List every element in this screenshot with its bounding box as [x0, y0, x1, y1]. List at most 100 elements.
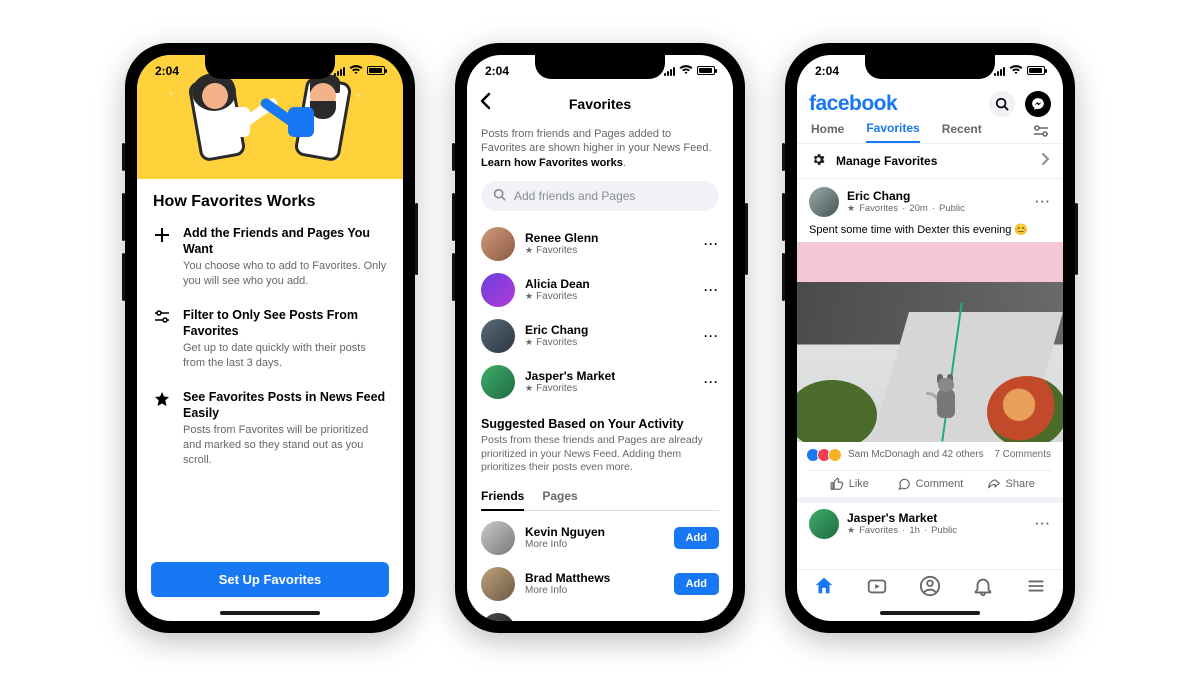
search-placeholder: Add friends and Pages: [514, 189, 635, 203]
wifi-icon: [679, 64, 693, 78]
bottom-tab-bar: [797, 569, 1063, 607]
more-info-link[interactable]: More Info: [525, 539, 605, 550]
chevron-right-icon: [1041, 153, 1049, 168]
back-button[interactable]: [479, 92, 491, 116]
battery-icon: [697, 66, 715, 75]
favorite-sub: Favorites: [525, 337, 588, 348]
status-indicators: [664, 64, 715, 78]
home-indicator[interactable]: [880, 611, 980, 615]
post: Eric Chang Favorites · 20m · Public ··· …: [797, 179, 1063, 539]
wifi-icon: [1009, 64, 1023, 78]
suggested-heading: Suggested Based on Your Activity: [481, 417, 719, 431]
like-button[interactable]: Like: [809, 471, 890, 497]
more-icon[interactable]: ···: [704, 329, 719, 343]
post-more-icon[interactable]: ···: [1035, 516, 1051, 531]
plus-icon: [153, 225, 171, 289]
step-desc: You choose who to add to Favorites. Only…: [183, 259, 387, 289]
facebook-logo[interactable]: facebook: [809, 92, 897, 116]
suggested-tabs: Friends Pages: [481, 483, 719, 511]
cellular-icon: [664, 66, 675, 76]
favorites-description: Posts from friends and Pages added to Fa…: [481, 127, 719, 172]
comment-button[interactable]: Comment: [890, 471, 971, 497]
set-up-favorites-button[interactable]: Set Up Favorites: [151, 562, 389, 597]
filter-icon: [153, 307, 171, 371]
battery-icon: [1027, 66, 1045, 75]
post-image[interactable]: [797, 242, 1063, 442]
avatar: [481, 319, 515, 353]
reaction-icons: [809, 448, 842, 462]
avatar: [481, 613, 515, 621]
comments-count[interactable]: 7 Comments: [994, 449, 1051, 460]
post-text: Spent some time with Dexter this evening…: [809, 223, 1051, 236]
tab-bar-notifications-icon[interactable]: [972, 575, 994, 602]
post-author[interactable]: Jasper's Market: [847, 511, 957, 525]
manage-favorites-row[interactable]: Manage Favorites: [797, 143, 1063, 179]
feed-filter-icon[interactable]: [1033, 124, 1049, 140]
phone-mockup-2: 2:04 Favorites Posts from friends and Pa…: [455, 43, 745, 633]
status-time: 2:04: [485, 64, 509, 78]
more-info-link[interactable]: More Info: [525, 585, 610, 596]
step-newsfeed: See Favorites Posts in News Feed Easily …: [153, 389, 387, 468]
suggested-desc: Posts from these friends and Pages are a…: [481, 434, 719, 475]
tab-bar-menu-icon[interactable]: [1025, 575, 1047, 602]
search-input[interactable]: Add friends and Pages: [481, 181, 719, 211]
favorites-header: Favorites: [467, 87, 733, 121]
favorite-row[interactable]: Renee Glenn Favorites ···: [481, 221, 719, 267]
tab-bar-home-icon[interactable]: [813, 575, 835, 602]
post-avatar[interactable]: [809, 187, 839, 217]
more-icon[interactable]: ···: [704, 375, 719, 389]
post-avatar[interactable]: [809, 509, 839, 539]
favorite-name: Jasper's Market: [525, 370, 615, 383]
avatar: [481, 567, 515, 601]
manage-favorites-label: Manage Favorites: [836, 154, 937, 168]
phone-mockup-3: 2:04 facebook Home Favorites Recent: [785, 43, 1075, 633]
how-favorites-works-title: How Favorites Works: [153, 193, 387, 211]
step-filter: Filter to Only See Posts From Favorites …: [153, 307, 387, 371]
add-button[interactable]: Add: [674, 527, 719, 549]
favorite-sub: Favorites: [525, 245, 598, 256]
learn-how-link[interactable]: Learn how Favorites works: [481, 157, 623, 169]
tab-favorites[interactable]: Favorites: [866, 121, 919, 143]
avatar: [481, 273, 515, 307]
step-heading: See Favorites Posts in News Feed Easily: [183, 389, 387, 422]
favorites-title: Favorites: [569, 96, 631, 112]
avatar: [481, 521, 515, 555]
favorite-row[interactable]: Eric Chang Favorites ···: [481, 313, 719, 359]
tab-pages[interactable]: Pages: [542, 483, 577, 510]
home-indicator[interactable]: [220, 611, 320, 615]
tab-friends[interactable]: Friends: [481, 483, 524, 511]
suggested-row: Michelle Bryant: [481, 607, 719, 621]
post-actions: Like Comment Share: [809, 470, 1051, 497]
status-time: 2:04: [815, 64, 839, 78]
add-button[interactable]: Add: [674, 573, 719, 595]
tab-bar-profile-icon[interactable]: [919, 575, 941, 602]
reactions-bar[interactable]: Sam McDonagh and 42 others 7 Comments: [809, 442, 1051, 468]
suggested-name: Brad Matthews: [525, 572, 610, 585]
suggested-row: Brad Matthews More Info Add: [481, 561, 719, 607]
search-button[interactable]: [989, 91, 1015, 117]
phone-mockup-1: 2:04 ✦ ✦ ✦ ✦: [125, 43, 415, 633]
more-icon[interactable]: ···: [704, 283, 719, 297]
tab-recent[interactable]: Recent: [942, 122, 982, 142]
favorite-row[interactable]: Alicia Dean Favorites ···: [481, 267, 719, 313]
cellular-icon: [994, 66, 1005, 76]
favorite-sub: Favorites: [525, 291, 590, 302]
step-heading: Add the Friends and Pages You Want: [183, 225, 387, 258]
post-more-icon[interactable]: ···: [1035, 194, 1051, 209]
status-indicators: [994, 64, 1045, 78]
favorite-row[interactable]: Jasper's Market Favorites ···: [481, 359, 719, 405]
avatar: [481, 365, 515, 399]
favorite-name: Eric Chang: [525, 324, 588, 337]
messenger-button[interactable]: [1025, 91, 1051, 117]
more-icon[interactable]: ···: [704, 237, 719, 251]
post-author[interactable]: Eric Chang: [847, 189, 965, 203]
search-icon: [493, 188, 506, 204]
tab-home[interactable]: Home: [811, 122, 844, 142]
favorite-name: Alicia Dean: [525, 278, 590, 291]
avatar: [481, 227, 515, 261]
gear-icon: [811, 152, 826, 170]
post-meta: Favorites · 1h · Public: [847, 525, 957, 536]
tab-bar-watch-icon[interactable]: [866, 575, 888, 602]
step-desc: Posts from Favorites will be prioritized…: [183, 423, 387, 468]
share-button[interactable]: Share: [970, 471, 1051, 497]
